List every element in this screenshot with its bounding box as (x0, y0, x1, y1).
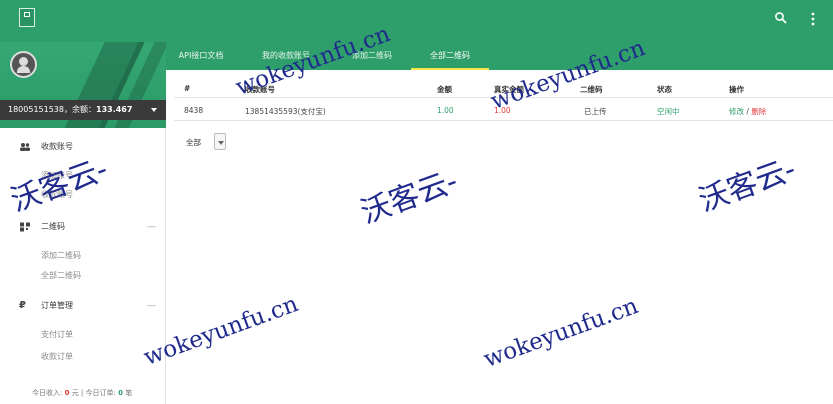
cell-account: 13851435593(支付宝) (245, 107, 326, 116)
tab-api-docs[interactable]: API接口文档 (169, 42, 233, 70)
watermark: 沃客云- (694, 151, 801, 219)
sidebar-item-add-qrcode[interactable]: 添加二维码 (41, 250, 81, 261)
tab-add-qrcode[interactable]: 添加二维码 (336, 42, 408, 70)
menu-title-accounts[interactable]: 收款账号 (0, 137, 166, 157)
logo-icon[interactable] (19, 8, 35, 27)
cell-status: 空闲中 (657, 107, 680, 116)
column-header-real-amount: 真实金额 (494, 85, 524, 94)
today-stats: 今日收入: 0 元 | 今日订单: 0 笔 (32, 389, 133, 397)
chevron-down-icon[interactable] (151, 108, 157, 112)
column-header-id: # (184, 84, 191, 93)
watermark: wokeyunfu.cn (480, 293, 642, 373)
sidebar-header: 18005151538，余额：133.467 (0, 42, 166, 128)
column-header-amount: 金额 (437, 85, 452, 94)
more-vertical-icon[interactable] (808, 9, 818, 29)
user-balance: 133.467 (96, 105, 133, 114)
menu-title-orders[interactable]: ₽ 订单管理 — (0, 296, 166, 316)
column-header-qrcode: 二维码 (580, 85, 603, 94)
search-icon[interactable] (774, 11, 788, 25)
tab-my-accounts[interactable]: 我的收款账号 (249, 42, 323, 70)
tab-all-qrcode[interactable]: 全部二维码 (411, 42, 489, 70)
cell-real-amount: 1.00 (494, 106, 511, 115)
sidebar-item-all-qrcode[interactable]: 全部二维码 (41, 270, 81, 281)
column-header-account: 收款账号 (245, 85, 275, 94)
sidebar-item-pay-orders[interactable]: 支付订单 (41, 329, 73, 340)
filter-selected-value: 全部 (186, 138, 201, 147)
top-bar (0, 0, 833, 42)
avatar (10, 51, 37, 78)
sidebar-item-receive-orders[interactable]: 收款订单 (41, 351, 73, 362)
cell-qrcode: 已上传 (584, 107, 607, 116)
divider (174, 120, 833, 121)
qrcode-icon (19, 222, 31, 232)
user-account-text: 18005151538，余额： (8, 105, 96, 114)
chevron-down-icon (218, 141, 224, 145)
sidebar-item-accounts[interactable]: 收款账号 (41, 189, 73, 200)
collapse-icon[interactable]: — (147, 217, 156, 237)
watermark: 沃客云- (356, 163, 463, 231)
cell-actions: 修改 / 删除 (729, 106, 766, 117)
tab-bar: API接口文档 我的收款账号 添加二维码 全部二维码 (166, 42, 833, 70)
column-header-status: 状态 (657, 85, 672, 94)
edit-link[interactable]: 修改 (729, 107, 744, 116)
divider (174, 97, 833, 98)
menu-title-qrcode[interactable]: 二维码 — (0, 217, 166, 237)
users-icon (19, 142, 31, 152)
currency-icon: ₽ (19, 300, 26, 311)
cell-amount: 1.00 (437, 106, 454, 115)
sidebar: 18005151538，余额：133.467 收款账号 添加账号 收款账号 二维… (0, 42, 166, 404)
collapse-icon[interactable]: — (147, 296, 156, 316)
filter-select[interactable] (214, 133, 226, 150)
delete-link[interactable]: 删除 (751, 107, 766, 116)
cell-id: 8438 (184, 106, 204, 115)
column-header-actions: 操作 (729, 85, 744, 94)
sidebar-item-add-account[interactable]: 添加账号 (41, 170, 73, 181)
user-info-bar[interactable]: 18005151538，余额：133.467 (0, 100, 166, 120)
